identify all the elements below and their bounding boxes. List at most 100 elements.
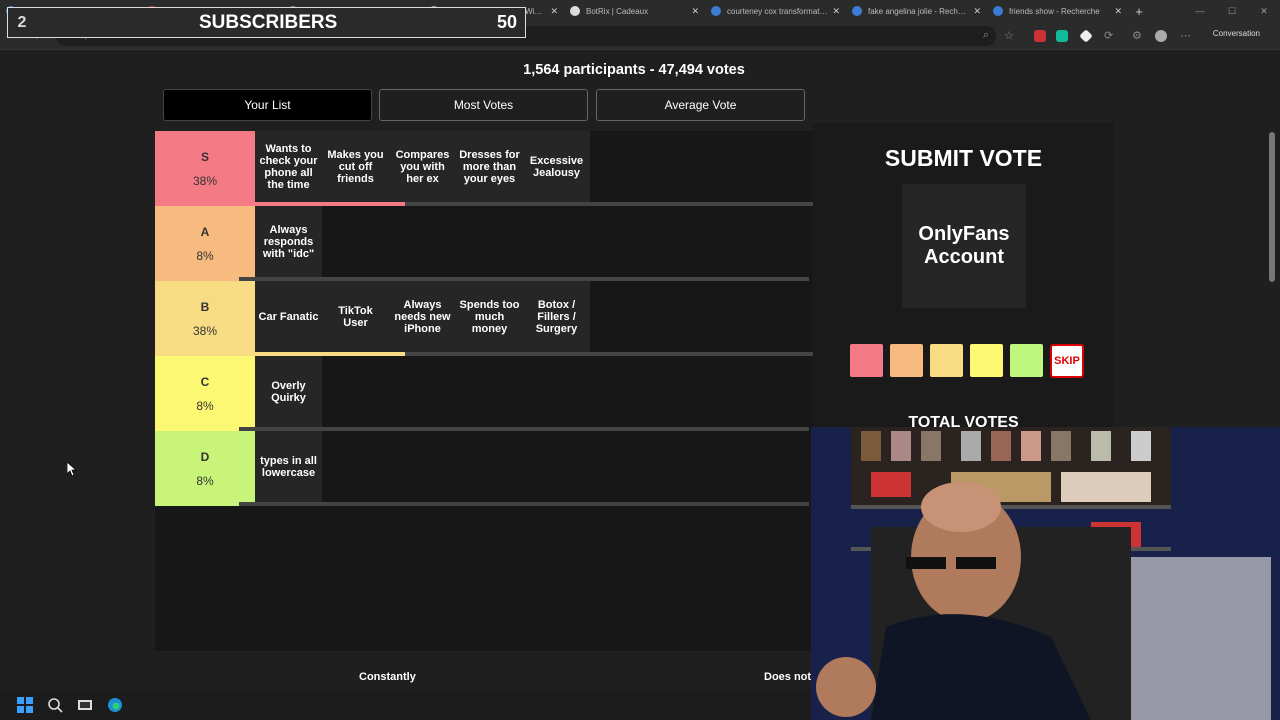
tier-label[interactable]: B 38% — [155, 281, 255, 356]
profile-avatar[interactable] — [1155, 30, 1167, 42]
tier-percent: 38% — [192, 323, 218, 338]
tier-item-card[interactable]: Spends too much money — [456, 281, 523, 353]
tier-item-card[interactable]: Makes you cut off friends — [322, 131, 389, 203]
tier-item-card[interactable]: Overly Quirky — [255, 356, 322, 428]
tab-favicon-icon — [852, 6, 862, 16]
overlay-number: 2 — [17, 13, 27, 31]
browser-tab[interactable]: fake angelina jolie - Recherche ✕ — [846, 0, 987, 22]
conversation-button[interactable]: Conversation — [1213, 29, 1260, 38]
tier-item-card[interactable]: Botox / Fillers / Surgery — [523, 281, 590, 353]
windows-taskbar — [0, 690, 811, 720]
tier-item-card[interactable]: Dresses for more than your eyes — [456, 131, 523, 203]
tier-row-b: B 38% Car Fanatic TikTok User Always needs n… — [155, 281, 813, 356]
tier-item-card[interactable]: types in all lowercase — [255, 431, 322, 503]
tier-item-card[interactable]: Compares you with her ex — [389, 131, 456, 203]
tier-letter: A — [200, 224, 210, 239]
maximize-icon[interactable]: ☐ — [1216, 0, 1248, 22]
tier-row-a: A 8% Always responds with "idc" — [155, 206, 813, 281]
extension-icon[interactable] — [1056, 30, 1068, 42]
tab-close-icon[interactable]: ✕ — [550, 6, 558, 17]
tier-items: types in all lowercase — [255, 431, 322, 503]
tier-item-card[interactable]: Excessive Jealousy — [523, 131, 590, 203]
sync-icon[interactable]: ⟳ — [1104, 29, 1113, 42]
tab-title: fake angelina jolie - Recherche — [868, 6, 970, 16]
tier-letter: B — [200, 299, 210, 314]
close-window-icon[interactable]: ✕ — [1248, 0, 1280, 22]
tab-close-icon[interactable]: ✕ — [1114, 6, 1122, 17]
tier-item-card[interactable]: Car Fanatic — [255, 281, 322, 353]
tier-swatch-button[interactable] — [1010, 344, 1043, 377]
tab-close-icon[interactable]: ✕ — [691, 6, 699, 17]
bottom-label-left: Constantly — [359, 671, 416, 683]
window-controls: — ☐ ✕ — [1184, 0, 1280, 22]
skip-button[interactable]: SKIP — [1050, 344, 1084, 378]
tier-letter: S — [200, 149, 209, 164]
webcam-image — [811, 427, 1280, 720]
task-view-icon[interactable] — [75, 695, 95, 715]
favorite-star-icon[interactable]: ☆ — [1004, 29, 1014, 42]
tier-row-s: S 38% Wants to check your phone all the ti… — [155, 131, 813, 206]
overlay-label: SUBSCRIBERS — [199, 11, 338, 33]
minimize-icon[interactable]: — — [1184, 0, 1216, 22]
tier-percent: 38% — [192, 173, 218, 188]
tier-label[interactable]: D 8% — [155, 431, 255, 506]
tier-swatch-button[interactable] — [970, 344, 1003, 377]
more-menu-icon[interactable]: ⋯ — [1180, 29, 1191, 42]
tier-vote-bar-fill — [207, 502, 239, 506]
tab-title: friends show - Recherche — [1009, 6, 1100, 16]
tier-vote-bar — [207, 502, 809, 506]
tier-percent: 8% — [196, 398, 214, 413]
search-icon[interactable] — [45, 695, 65, 715]
tier-label[interactable]: A 8% — [155, 206, 255, 281]
tab-close-icon[interactable]: ✕ — [973, 6, 981, 17]
tier-items: Always responds with "idc" — [255, 206, 322, 278]
tier-swatch-button[interactable] — [850, 344, 883, 377]
tier-row-d: D 8% types in all lowercase — [155, 431, 813, 506]
tab-favicon-icon — [993, 6, 1003, 16]
tier-swatch-button[interactable] — [890, 344, 923, 377]
current-item-card[interactable]: OnlyFans Account — [902, 184, 1026, 308]
tab-your-list[interactable]: Your List — [163, 89, 372, 121]
tier-swatch-button[interactable] — [930, 344, 963, 377]
tier-items: Car Fanatic TikTok User Always needs new i… — [255, 281, 590, 353]
tier-letter: D — [200, 449, 210, 464]
extension-icon[interactable] — [1034, 30, 1046, 42]
tab-most-votes[interactable]: Most Votes — [379, 89, 588, 121]
tab-favicon-icon — [570, 6, 580, 16]
tier-percent: 8% — [196, 248, 214, 263]
extension-icon[interactable] — [1079, 29, 1093, 43]
browser-tab[interactable]: BotRix | Cadeaux ✕ — [564, 0, 705, 22]
tier-swatches: SKIP — [850, 344, 1084, 378]
subscriber-goal-overlay: 2 SUBSCRIBERS 50 — [7, 7, 526, 38]
tier-label[interactable]: C 8% — [155, 356, 255, 431]
submit-vote-title: SUBMIT VOTE — [884, 145, 1043, 171]
tier-list-board: S 38% Wants to check your phone all the ti… — [155, 131, 813, 651]
tab-favicon-icon — [711, 6, 721, 16]
tier-item-card[interactable]: Always needs new iPhone — [389, 281, 456, 353]
tier-letter: C — [200, 374, 210, 389]
collections-icon[interactable]: ⚙ — [1132, 29, 1142, 42]
windows-start-icon[interactable] — [15, 695, 35, 715]
tier-items: Wants to check your phone all the time Ma… — [255, 131, 590, 203]
tab-close-icon[interactable]: ✕ — [832, 6, 840, 17]
edge-browser-icon[interactable] — [105, 695, 125, 715]
participants-votes-stats: 1,564 participants - 47,494 votes — [523, 62, 745, 78]
tier-item-card[interactable]: Always responds with "idc" — [255, 206, 322, 278]
tier-label[interactable]: S 38% — [155, 131, 255, 206]
tab-average-vote[interactable]: Average Vote — [596, 89, 805, 121]
zoom-icon[interactable]: ⌕ — [983, 29, 989, 42]
tier-item-card[interactable]: Wants to check your phone all the time — [255, 131, 322, 203]
browser-tab[interactable]: courteney cox transformation ✕ — [705, 0, 846, 22]
mouse-cursor — [66, 461, 78, 481]
tier-row-c: C 8% Overly Quirky — [155, 356, 813, 431]
bottom-label-right: Does not — [764, 671, 812, 683]
webcam-feed — [811, 427, 1280, 720]
tier-percent: 8% — [196, 473, 214, 488]
browser-tab[interactable]: friends show - Recherche ✕ — [987, 0, 1128, 22]
tier-item-card[interactable]: TikTok User — [322, 281, 389, 353]
scroll-thumb[interactable] — [1269, 132, 1275, 282]
new-tab-icon[interactable]: + — [1128, 4, 1150, 19]
tab-title: courteney cox transformation — [727, 6, 829, 16]
overlay-count: 50 — [496, 12, 517, 32]
tab-title: BotRix | Cadeaux — [586, 6, 649, 16]
